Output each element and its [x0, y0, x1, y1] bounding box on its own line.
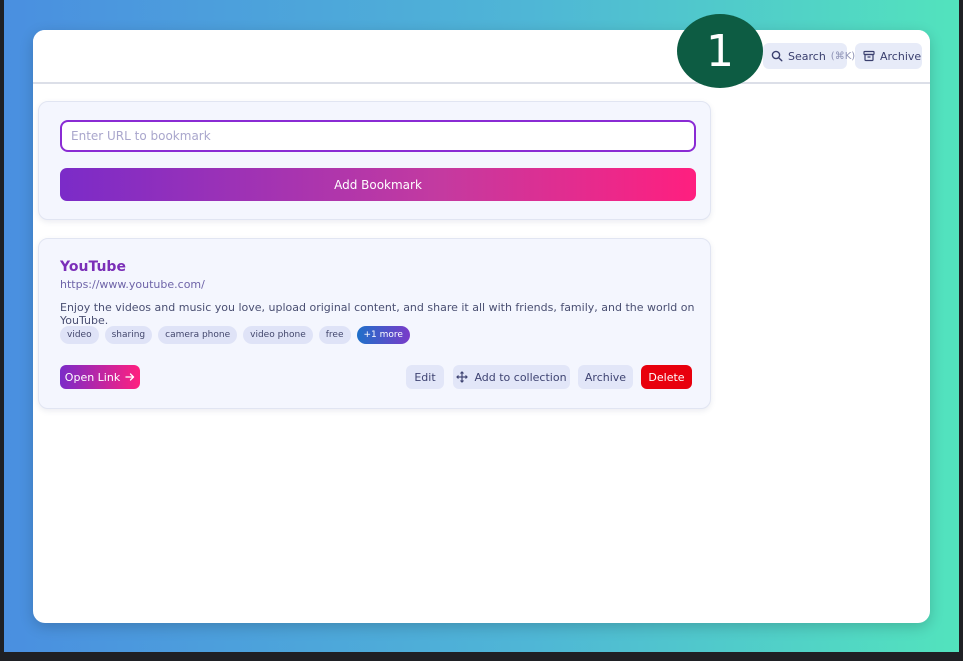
more-tags-chip[interactable]: +1 more	[356, 326, 410, 344]
search-icon	[771, 50, 783, 62]
open-link-label: Open Link	[64, 370, 121, 384]
bookmark-description: Enjoy the videos and music you love, upl…	[60, 301, 695, 327]
bookmark-card: YouTube https://www.youtube.com/ Enjoy t…	[38, 238, 711, 409]
tag-list: video sharing camera phone video phone f…	[60, 326, 410, 344]
step-number-badge: 1	[677, 14, 763, 88]
app-window: Search (⌘K) Archive Add Bookmark YouTube…	[33, 30, 930, 623]
url-input[interactable]	[60, 120, 696, 152]
add-to-collection-button[interactable]: Add to collection	[453, 365, 570, 389]
archive-label: Archive	[584, 370, 627, 384]
bookmark-url[interactable]: https://www.youtube.com/	[60, 278, 205, 291]
search-button[interactable]: Search (⌘K)	[763, 43, 855, 69]
add-bookmark-card: Add Bookmark	[38, 101, 711, 220]
edit-button[interactable]: Edit	[406, 365, 444, 389]
top-header: Search (⌘K) Archive	[33, 30, 930, 84]
tag-chip[interactable]: sharing	[104, 326, 153, 344]
tag-chip[interactable]: video	[60, 326, 99, 344]
delete-button[interactable]: Delete	[641, 365, 692, 389]
archive-icon	[863, 50, 875, 62]
archive-button[interactable]: Archive	[578, 365, 633, 389]
bookmark-title[interactable]: YouTube	[60, 259, 126, 275]
arrow-right-icon	[125, 372, 135, 382]
tag-chip[interactable]: free	[318, 326, 351, 344]
search-label: Search	[788, 49, 826, 63]
archive-nav-button[interactable]: Archive	[855, 43, 922, 69]
add-to-collection-label: Add to collection	[474, 370, 567, 384]
open-link-button[interactable]: Open Link	[60, 365, 140, 389]
tag-chip[interactable]: video phone	[243, 326, 313, 344]
move-icon	[456, 371, 469, 383]
delete-label: Delete	[648, 370, 685, 384]
edit-label: Edit	[414, 370, 436, 384]
archive-nav-label: Archive	[880, 49, 922, 63]
tag-chip[interactable]: camera phone	[158, 326, 238, 344]
search-shortcut: (⌘K)	[830, 50, 856, 62]
add-bookmark-button[interactable]: Add Bookmark	[60, 168, 696, 201]
